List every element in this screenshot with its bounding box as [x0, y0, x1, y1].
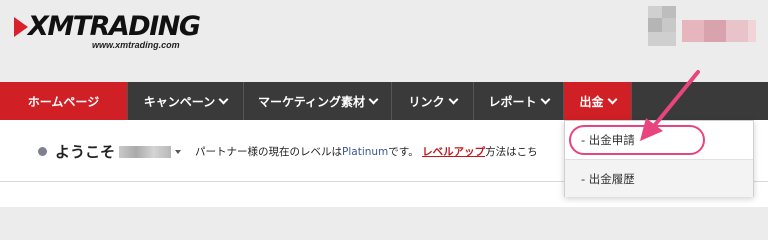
chevron-down-icon	[540, 94, 550, 105]
nav-item-label: 出金	[579, 94, 604, 109]
nav-item-label: マーケティング素材	[257, 94, 366, 109]
nav-item-campaign[interactable]: キャンペーン	[128, 82, 244, 120]
welcome-greeting: ようこそ	[55, 143, 116, 161]
welcome-bar: ようこそ パートナー様の現在のレベルはPlatinumです。 レベルアップ方法は…	[38, 141, 538, 162]
partner-level: Platinum	[342, 146, 389, 158]
status-dot-icon	[38, 147, 47, 156]
main-nav: ホームページ キャンペーン マーケティング素材 リンク レポート 出金	[0, 82, 768, 120]
chevron-down-icon	[368, 94, 379, 105]
nav-item-links[interactable]: リンク	[392, 82, 474, 120]
annotation-highlight	[569, 125, 705, 155]
chevron-down-icon	[218, 94, 229, 105]
username-blurred[interactable]	[119, 145, 172, 158]
nav-item-reports[interactable]: レポート	[474, 82, 564, 120]
nav-item-label: リンク	[408, 94, 445, 109]
level-text-middle: です。	[388, 146, 419, 158]
level-text-suffix: 方法はこち	[485, 146, 538, 158]
chevron-down-icon	[607, 94, 617, 105]
user-info-blurred	[648, 6, 756, 46]
nav-item-home[interactable]: ホームページ	[0, 82, 128, 120]
logo-mark-icon	[14, 17, 28, 37]
nav-item-marketing-materials[interactable]: マーケティング素材	[244, 82, 392, 120]
nav-item-label: キャンペーン	[143, 94, 216, 109]
caret-down-icon[interactable]	[175, 149, 182, 154]
nav-item-withdraw[interactable]: 出金	[564, 82, 632, 120]
nav-item-label: レポート	[488, 94, 537, 109]
logo-brand: XMTRADING	[28, 11, 201, 42]
nav-item-label: ホームページ	[27, 94, 100, 109]
chevron-down-icon	[448, 94, 458, 105]
header: XMTRADING www.xmtrading.com	[0, 0, 768, 82]
levelup-link[interactable]: レベルアップ	[422, 146, 485, 158]
logo-url: www.xmtrading.com	[92, 40, 180, 50]
partner-level-text: パートナー様の現在のレベルはPlatinumです。 レベルアップ方法はこち	[195, 144, 538, 159]
xmtrading-logo[interactable]: XMTRADING www.xmtrading.com	[14, 11, 201, 53]
menu-item-withdraw-history[interactable]: - 出金履歴	[565, 159, 753, 197]
level-text-prefix: パートナー様の現在のレベルは	[195, 146, 343, 158]
